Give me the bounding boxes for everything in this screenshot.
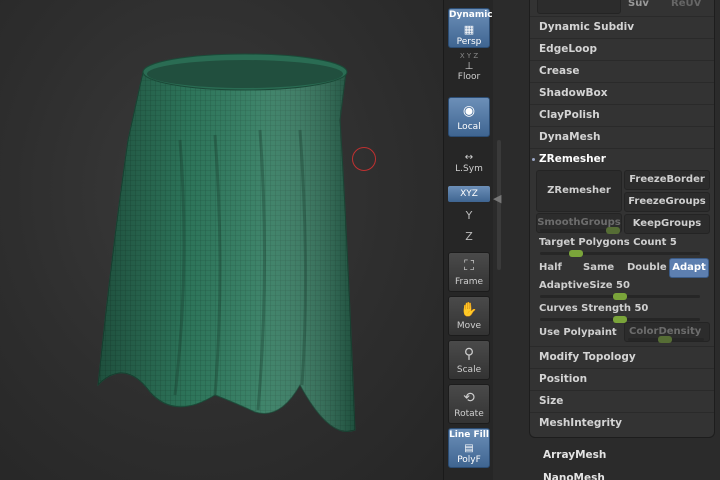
position-row[interactable]: Position: [530, 368, 714, 390]
reuv-button[interactable]: ReUV: [671, 0, 701, 11]
rotate-z-icon[interactable]: Z: [462, 230, 476, 244]
rotate-icon: ⟲: [463, 390, 475, 406]
cube-icon: ▦: [463, 23, 475, 36]
magnifier-icon: ⚲: [463, 346, 475, 362]
freeze-groups-button[interactable]: FreezeGroups: [624, 192, 710, 212]
cloth-mesh: [97, 53, 356, 432]
size-row[interactable]: Size: [530, 390, 714, 412]
smooth-groups-slider[interactable]: [540, 227, 620, 234]
half-button[interactable]: Half: [539, 261, 562, 275]
target-polygons-knob[interactable]: [569, 250, 583, 257]
frame-icon: ⛶: [464, 258, 474, 274]
double-button[interactable]: Double: [627, 261, 667, 275]
rotate-button[interactable]: ⟲ Rotate: [448, 384, 490, 424]
modify-topology-row[interactable]: Modify Topology: [530, 346, 714, 368]
viewport-canvas[interactable]: [0, 0, 443, 480]
local-label: Local: [457, 122, 481, 132]
local-icon: ◉: [462, 103, 476, 119]
suv-button[interactable]: Suv: [628, 0, 649, 11]
meshintegrity-row[interactable]: MeshIntegrity: [530, 412, 714, 434]
color-density-slider[interactable]: [628, 336, 704, 343]
move-label: Move: [456, 321, 482, 331]
frame-label: Frame: [454, 277, 484, 287]
zremesher-button[interactable]: ZRemesher: [536, 170, 622, 212]
arraymesh-row[interactable]: ArrayMesh: [543, 449, 606, 461]
polyf-button[interactable]: Line Fill ▤ PolyF: [448, 428, 490, 468]
lsym-button[interactable]: ↔ L.Sym: [448, 152, 490, 174]
adaptive-size-label: AdaptiveSize 50: [539, 280, 630, 291]
curves-strength-slider[interactable]: [540, 316, 700, 323]
lsym-icon: ↔: [464, 152, 474, 163]
dynamesh-row[interactable]: DynaMesh: [530, 126, 714, 148]
lsym-label: L.Sym: [455, 164, 483, 174]
floor-label: Floor: [457, 72, 481, 82]
scale-button[interactable]: ⚲ Scale: [448, 340, 490, 380]
use-polypaint-button[interactable]: Use Polypaint: [539, 326, 617, 340]
polyf-label: PolyF: [457, 455, 481, 465]
local-button[interactable]: ◉ Local: [448, 97, 490, 137]
dynamic-label: Dynamic: [449, 10, 493, 20]
panel-splitter: ◀: [493, 0, 529, 480]
floor-icon: ⊥: [464, 61, 474, 72]
claypolish-row[interactable]: ClayPolish: [530, 104, 714, 126]
linefill-label: Line Fill: [449, 430, 489, 440]
same-button[interactable]: Same: [583, 261, 614, 275]
hand-icon: ✋: [460, 302, 478, 318]
adaptive-size-slider[interactable]: [540, 293, 700, 300]
color-density-knob[interactable]: [658, 336, 672, 343]
persp-label: Persp: [456, 37, 482, 47]
keep-groups-button[interactable]: KeepGroups: [624, 214, 710, 234]
smooth-groups-knob[interactable]: [606, 227, 620, 234]
move-button[interactable]: ✋ Move: [448, 296, 490, 336]
shadowbox-row[interactable]: ShadowBox: [530, 82, 714, 104]
right-shelf: Dynamic ▦ Persp X Y Z ⊥ Floor ◉ Local ↔ …: [443, 0, 493, 480]
target-polygons-slider[interactable]: [540, 250, 700, 257]
geometry-panel: Suv ReUV Dynamic Subdiv EdgeLoop Crease …: [529, 0, 715, 438]
scale-label: Scale: [456, 365, 482, 375]
target-polygons-label: Target Polygons Count 5: [539, 237, 677, 248]
floor-axes[interactable]: X Y Z: [448, 52, 490, 60]
below-panel: ArrayMesh NanoMesh: [529, 438, 720, 480]
persp-button[interactable]: Dynamic ▦ Persp: [448, 8, 493, 48]
zremesher-row[interactable]: ZRemesher: [530, 148, 714, 170]
frame-button[interactable]: ⛶ Frame: [448, 252, 490, 292]
xyz-button[interactable]: XYZ: [448, 186, 490, 202]
brush-cursor: [352, 147, 376, 171]
rotate-y-icon[interactable]: Y: [462, 209, 476, 223]
floor-button[interactable]: ⊥ Floor: [448, 61, 490, 83]
crease-row[interactable]: Crease: [530, 60, 714, 82]
adapt-button[interactable]: Adapt: [669, 258, 709, 278]
edgeloop-row[interactable]: EdgeLoop: [530, 38, 714, 60]
adaptive-size-knob[interactable]: [613, 293, 627, 300]
dynamic-subdiv-row[interactable]: Dynamic Subdiv: [530, 16, 714, 38]
freeze-border-button[interactable]: FreezeBorder: [624, 170, 710, 190]
top-button[interactable]: [537, 0, 621, 14]
nanomesh-row[interactable]: NanoMesh: [543, 472, 605, 480]
rotate-label: Rotate: [454, 409, 484, 419]
polyframe-icon: ▤: [464, 443, 474, 454]
collapse-arrow-icon[interactable]: ◀: [493, 192, 503, 212]
curves-strength-label: Curves Strength 50: [539, 303, 649, 314]
